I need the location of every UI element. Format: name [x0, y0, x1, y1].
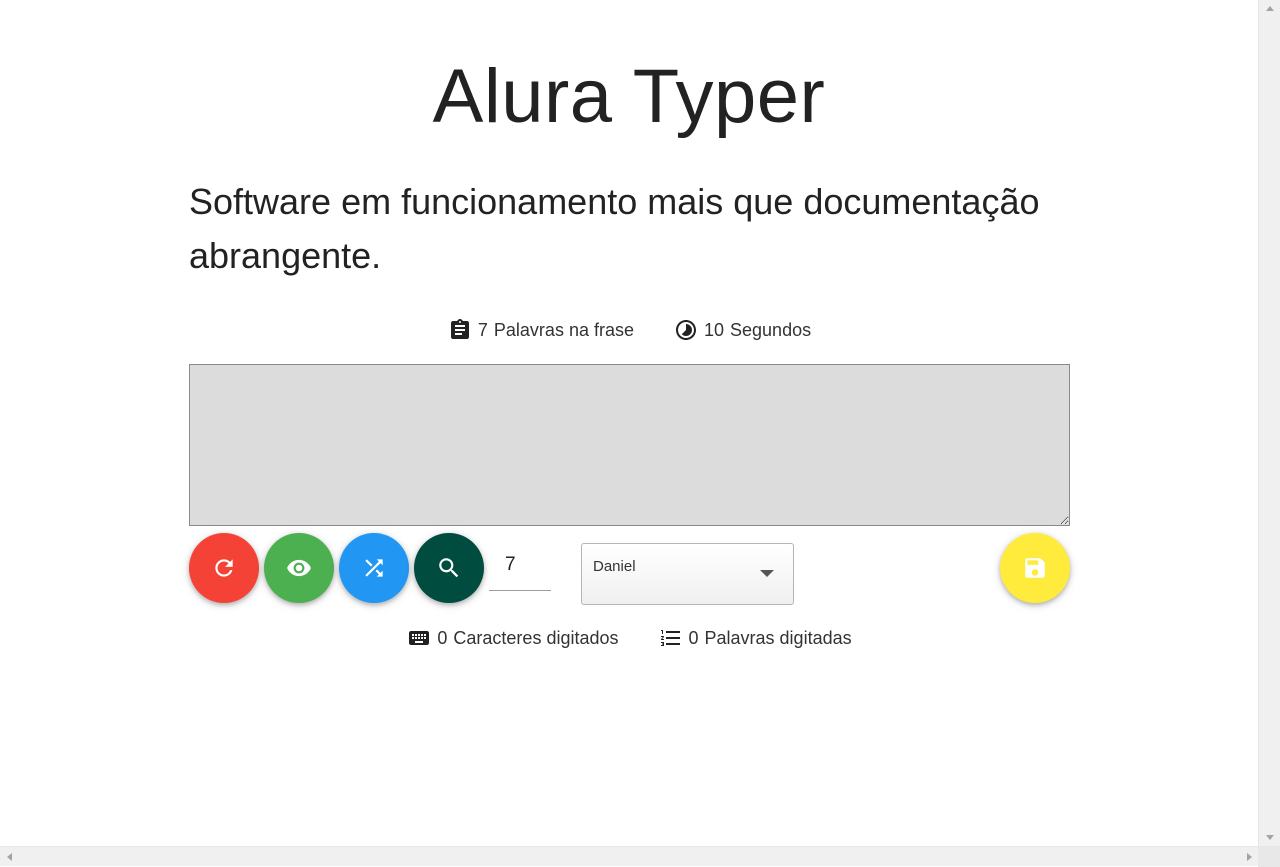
- words-in-phrase-label: Palavras na frase: [493, 319, 634, 340]
- horizontal-scrollbar[interactable]: [0, 846, 1280, 867]
- page-title: Alura Typer: [432, 54, 826, 139]
- visibility-icon: [287, 559, 311, 577]
- phrase-id-input[interactable]: [489, 549, 551, 591]
- keyboard-icon: [409, 631, 430, 645]
- scroll-left-arrow-icon[interactable]: [7, 853, 12, 861]
- typed-chars-info: 0 Caracteres digitados: [407, 626, 619, 650]
- search-phrase-button[interactable]: [414, 533, 484, 603]
- save-button[interactable]: [1000, 533, 1070, 603]
- vertical-scrollbar[interactable]: [1258, 0, 1280, 846]
- chevron-down-icon: [760, 570, 774, 577]
- typed-words-label: Palavras digitadas: [704, 627, 852, 648]
- scroll-right-arrow-icon[interactable]: [1247, 853, 1252, 861]
- user-select-value: Daniel: [593, 558, 636, 575]
- time-count: 10: [703, 319, 725, 340]
- restart-icon: [215, 559, 233, 577]
- scrollbar-corner: [1258, 847, 1280, 867]
- scroll-down-arrow-icon[interactable]: [1266, 835, 1274, 840]
- time-info: 10 Segundos: [674, 318, 811, 342]
- shuffle-icon: [365, 559, 383, 577]
- typed-words-info: 0 Palavras digitadas: [659, 626, 852, 650]
- format-list-numbered-icon: [660, 630, 680, 646]
- timelapse-icon: [675, 320, 696, 340]
- show-phrase-button[interactable]: [264, 533, 334, 603]
- phrase-info-row: 7 Palavras na frase 10 Segundos: [189, 318, 1070, 342]
- typed-words-count: 0: [688, 627, 699, 648]
- scroll-up-arrow-icon[interactable]: [1266, 6, 1274, 11]
- page-viewport: Alura Typer Software em funcionamento ma…: [0, 0, 1258, 846]
- typing-area[interactable]: [189, 364, 1070, 526]
- typed-chars-label: Caracteres digitados: [453, 627, 619, 648]
- typed-chars-count: 0: [437, 627, 448, 648]
- assignment-icon: [450, 319, 469, 339]
- random-phrase-button[interactable]: [339, 533, 409, 603]
- time-label: Segundos: [730, 319, 812, 340]
- words-in-phrase-info: 7 Palavras na frase: [448, 318, 634, 342]
- phrase-text: Software em funcionamento mais que docum…: [189, 181, 1040, 276]
- user-select[interactable]: Daniel: [581, 543, 794, 605]
- words-in-phrase-count: 7: [477, 319, 488, 340]
- save-icon: [1025, 558, 1045, 578]
- restart-button[interactable]: [189, 533, 259, 603]
- search-icon: [439, 558, 459, 578]
- typing-stats-row: 0 Caracteres digitados 0 Palavras digita…: [189, 626, 1070, 650]
